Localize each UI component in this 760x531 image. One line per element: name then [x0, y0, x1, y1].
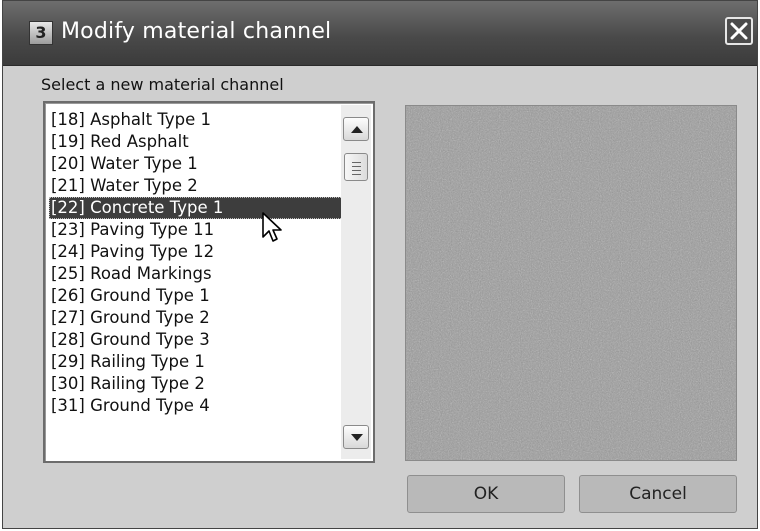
list-item[interactable]: [23] Paving Type 11 [49, 219, 343, 241]
title-bar[interactable]: 3 Modify material channel [3, 1, 757, 66]
list-item-selected[interactable]: [22] Concrete Type 1 [49, 197, 343, 219]
material-channel-list[interactable]: [18] Asphalt Type 1 [19] Red Asphalt [20] … [43, 101, 375, 463]
list-item[interactable]: [28] Ground Type 3 [49, 329, 343, 351]
modify-material-channel-dialog: 3 Modify material channel Select a new m… [2, 0, 758, 529]
ok-button[interactable]: OK [407, 475, 565, 513]
list-item[interactable]: [19] Red Asphalt [49, 131, 343, 153]
close-button[interactable] [725, 17, 753, 45]
app-logo-icon: 3 [29, 21, 53, 45]
list-item[interactable]: [20] Water Type 1 [49, 153, 343, 175]
scroll-up-button[interactable] [343, 117, 369, 141]
list-item[interactable]: [25] Road Markings [49, 263, 343, 285]
scrollbar-thumb[interactable] [344, 153, 368, 181]
list-item[interactable]: [21] Water Type 2 [49, 175, 343, 197]
dialog-title: Modify material channel [61, 19, 332, 44]
cancel-button[interactable]: Cancel [579, 475, 737, 513]
scroll-down-button[interactable] [343, 425, 369, 449]
list-item[interactable]: [30] Railing Type 2 [49, 373, 343, 395]
list-item[interactable]: [29] Railing Type 1 [49, 351, 343, 373]
list-item[interactable]: [24] Paving Type 12 [49, 241, 343, 263]
mouse-pointer-icon [262, 212, 282, 242]
list-items: [18] Asphalt Type 1 [19] Red Asphalt [20] … [49, 109, 343, 417]
list-item[interactable]: [26] Ground Type 1 [49, 285, 343, 307]
list-item[interactable]: [27] Ground Type 2 [49, 307, 343, 329]
vertical-scrollbar[interactable] [341, 105, 371, 459]
list-item[interactable]: [31] Ground Type 4 [49, 395, 343, 417]
material-preview-image [405, 105, 737, 461]
list-item[interactable]: [18] Asphalt Type 1 [49, 109, 343, 131]
instruction-label: Select a new material channel [41, 75, 284, 94]
